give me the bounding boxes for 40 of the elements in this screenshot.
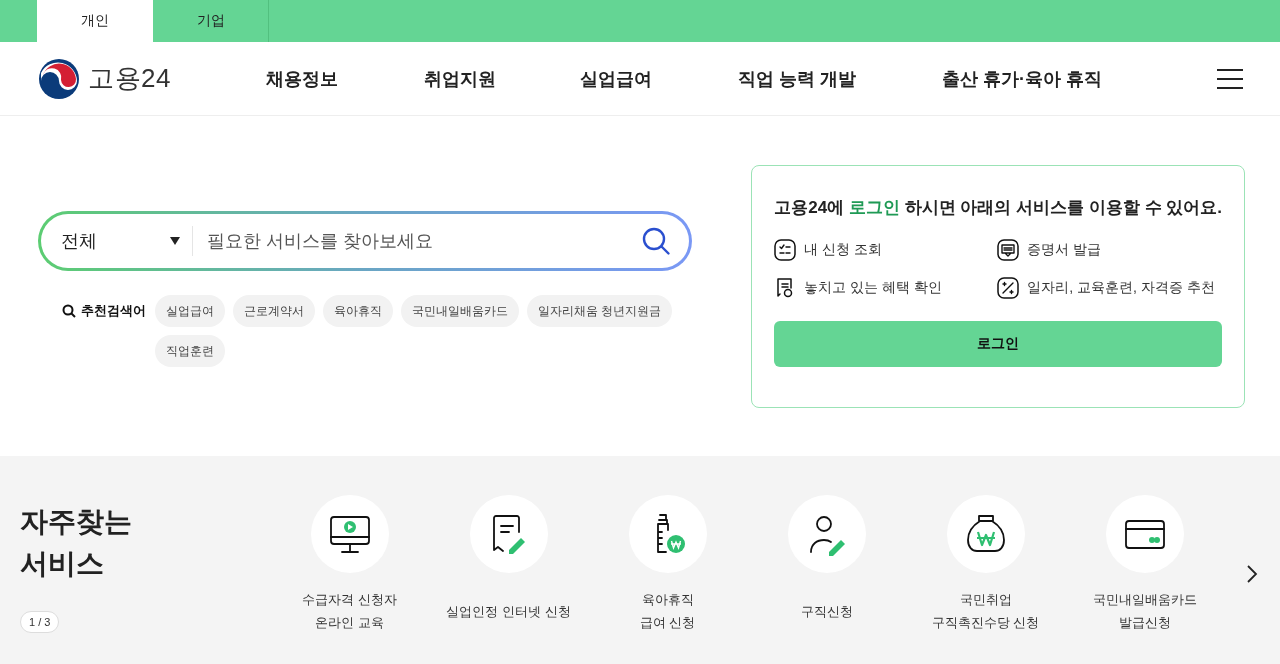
service-label[interactable]: 구직신청 xyxy=(800,583,853,639)
category-dropdown[interactable]: 전체 xyxy=(61,226,193,256)
search-icon xyxy=(62,304,76,318)
feature-label: 일자리, 교육훈련, 자격증 추천 xyxy=(1027,279,1215,297)
search-icon[interactable] xyxy=(641,226,672,256)
checklist-icon xyxy=(774,239,797,261)
page-indicator: 1 / 3 xyxy=(20,611,60,633)
keyword-chip[interactable]: 실업급여 xyxy=(155,295,225,327)
keyword-chip[interactable]: 국민내일배움카드 xyxy=(401,295,519,327)
nav-link[interactable]: 직업 능력 개발 xyxy=(738,66,856,91)
login-button[interactable]: 로그인 xyxy=(774,321,1222,367)
logo-text[interactable]: 고용24 xyxy=(88,61,171,96)
certificate-icon xyxy=(997,239,1020,261)
feature-label: 내 신청 조회 xyxy=(804,241,883,259)
chevron-right-icon[interactable] xyxy=(1246,563,1258,584)
feature-label: 증명서 발급 xyxy=(1027,241,1102,259)
taegeuk-logo-icon xyxy=(38,57,80,100)
keyword-chip[interactable]: 일자리채움 청년지원금 xyxy=(527,295,673,327)
service-label[interactable]: 육아휴직 급여 신청 xyxy=(639,583,696,639)
feature-label: 놓치고 있는 혜택 확인 xyxy=(804,279,942,297)
service-label[interactable]: 실업인정 인터넷 신청 xyxy=(446,583,571,639)
audience-tab[interactable]: 개인 xyxy=(37,0,153,42)
audience-tab[interactable]: 기업 xyxy=(153,0,269,42)
keyword-chip[interactable]: 근로계약서 xyxy=(233,295,315,327)
keyword-chip[interactable]: 직업훈련 xyxy=(155,335,225,367)
search-field[interactable]: 전체 필요한 서비스를 찾아보세요 xyxy=(38,211,693,271)
service-label[interactable]: 수급자격 신청자 온라인 교육 xyxy=(302,583,397,639)
service-label[interactable]: 국민내일배움카드 발급신청 xyxy=(1092,583,1197,639)
nav-link[interactable]: 채용정보 xyxy=(266,66,338,91)
keyword-chip[interactable]: 육아휴직 xyxy=(323,295,393,327)
caret-icon xyxy=(170,237,180,245)
magic-wand-icon xyxy=(997,277,1020,299)
service-label[interactable]: 국민취업 구직촉진수당 신청 xyxy=(931,583,1040,639)
nav-link[interactable]: 취업지원 xyxy=(424,66,496,91)
nav-link[interactable]: 실업급여 xyxy=(580,66,652,91)
recommended-label: 추천검색어 xyxy=(81,302,146,320)
nav-link[interactable]: 출산 휴가·육아 휴직 xyxy=(942,66,1102,91)
login-message: 고용24에 로그인 하시면 아래의 서비스를 이용할 수 있어요. xyxy=(774,197,1222,219)
menu-icon[interactable] xyxy=(1216,67,1244,90)
section-title: 자주찾는 서비스 xyxy=(20,505,133,581)
